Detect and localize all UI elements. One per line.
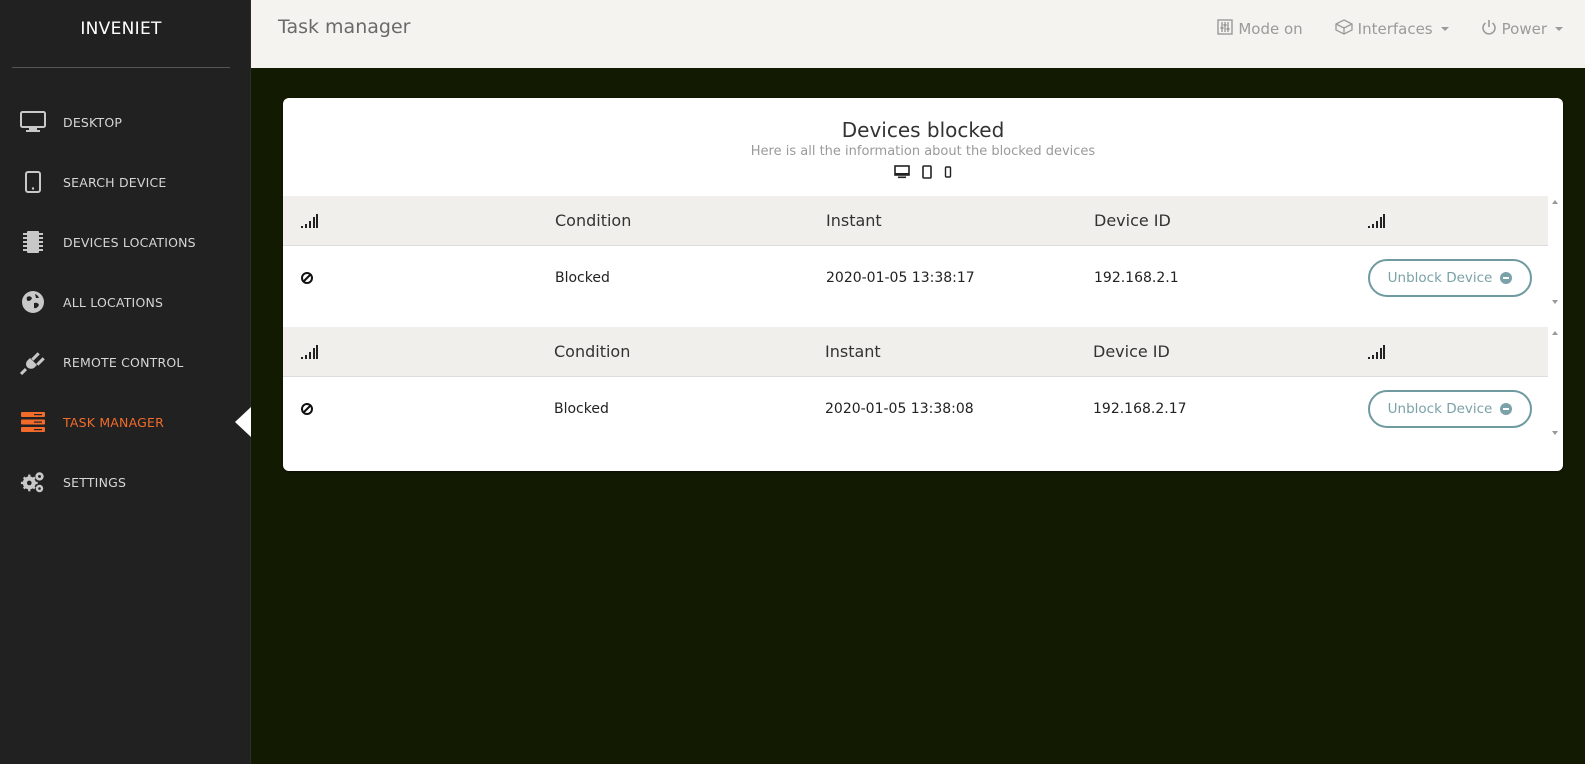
sidebar-item-search-device[interactable]: SEARCH DEVICE [0,152,251,212]
sidebar-item-desktop[interactable]: DESKTOP [0,92,251,152]
header-condition: Condition [554,342,631,361]
table-header: Condition Instant Device ID [283,327,1548,377]
sidebar-item-settings[interactable]: SETTINGS [0,452,251,512]
sidebar-item-task-manager[interactable]: TASK MANAGER [0,392,251,452]
brand-logo[interactable]: INVENIET [12,0,230,68]
tablet-icon [20,169,46,195]
instant-cell: 2020-01-05 13:38:08 [825,401,974,417]
card-subtitle: Here is all the information about the bl… [750,144,1096,159]
blocked-devices-table: Condition Instant Device ID Blocked 2020… [283,327,1548,441]
table-row: Blocked 2020-01-05 13:38:08 192.168.2.17… [283,377,1548,441]
plug-icon [20,349,46,375]
mode-label: Mode on [1238,20,1303,38]
signal-icon [300,327,318,376]
sidebar-item-all-locations[interactable]: ALL LOCATIONS [0,272,251,332]
top-actions: Mode on Interfaces Power [1217,19,1563,39]
header-instant: Instant [825,342,881,361]
scroll-up-icon[interactable] [1552,331,1558,335]
sidebar-item-label: REMOTE CONTROL [63,354,184,370]
chevron-down-icon [1555,27,1563,31]
condition-cell: Blocked [554,401,609,417]
equalizer-icon [1217,19,1234,39]
power-label: Power [1501,20,1547,38]
table-header: Condition Instant Device ID [283,196,1548,246]
interfaces-dropdown[interactable]: Interfaces [1335,19,1449,39]
sidebar-item-devices-locations[interactable]: DEVICES LOCATIONS [0,212,251,272]
table-scrollbar[interactable] [1548,327,1561,439]
globe-icon [20,289,46,315]
phone-icon[interactable] [944,164,952,183]
scroll-up-icon[interactable] [1552,200,1558,204]
header-condition: Condition [555,211,632,230]
header-device-id: Device ID [1094,211,1171,230]
device-id-cell: 192.168.2.1 [1094,270,1179,286]
minus-circle-icon [1500,403,1513,415]
signal-icon [1367,196,1385,245]
signal-icon [300,196,318,245]
top-bar: Task manager Mode on Interfaces Power [251,0,1585,68]
table-row: Blocked 2020-01-05 13:38:17 192.168.2.1 … [283,246,1548,310]
devices-blocked-card: Devices blocked Here is all the informat… [283,98,1563,471]
blocked-icon [300,377,314,441]
scroll-down-icon[interactable] [1552,300,1558,304]
unblock-device-button[interactable]: Unblock Device [1368,390,1532,428]
sidebar-nav: DESKTOP SEARCH DEVICE DEVICES LOCATIONS … [0,92,251,512]
unblock-device-button[interactable]: Unblock Device [1368,259,1532,297]
interfaces-label: Interfaces [1357,20,1433,38]
table-scrollbar[interactable] [1548,196,1561,308]
device-type-icons [283,164,1563,183]
gears-icon [20,469,46,495]
chip-icon [20,229,46,255]
header-device-id: Device ID [1093,342,1170,361]
condition-cell: Blocked [555,270,610,286]
power-dropdown[interactable]: Power [1481,19,1563,39]
scroll-down-icon[interactable] [1552,431,1558,435]
sidebar-item-label: SEARCH DEVICE [63,174,167,190]
button-label: Unblock Device [1387,270,1493,286]
blocked-icon [300,246,314,310]
cube-icon [1335,19,1353,39]
page-title: Task manager [278,16,411,38]
header-instant: Instant [826,211,882,230]
sidebar-item-label: TASK MANAGER [63,414,165,430]
card-title: Devices blocked [841,118,1005,142]
sidebar-item-label: DESKTOP [63,114,123,130]
desktop-icon [20,109,46,135]
desktop-icon[interactable] [894,164,910,183]
tablet-icon[interactable] [922,164,932,183]
blocked-devices-table: Condition Instant Device ID Blocked 2020… [283,196,1548,310]
active-indicator [235,407,251,437]
power-icon [1481,19,1497,39]
signal-icon [1367,327,1385,376]
chevron-down-icon [1440,27,1449,31]
minus-circle-icon [1500,272,1513,284]
device-id-cell: 192.168.2.17 [1093,401,1187,417]
sidebar: INVENIET DESKTOP SEARCH DEVICE DEVICES L… [0,0,251,764]
sidebar-item-label: ALL LOCATIONS [63,294,164,310]
mode-toggle[interactable]: Mode on [1217,19,1303,39]
instant-cell: 2020-01-05 13:38:17 [826,270,975,286]
button-label: Unblock Device [1387,401,1493,417]
sidebar-item-label: DEVICES LOCATIONS [63,234,196,250]
sidebar-item-label: SETTINGS [63,474,127,490]
sidebar-item-remote-control[interactable]: REMOTE CONTROL [0,332,251,392]
server-icon [20,409,46,435]
